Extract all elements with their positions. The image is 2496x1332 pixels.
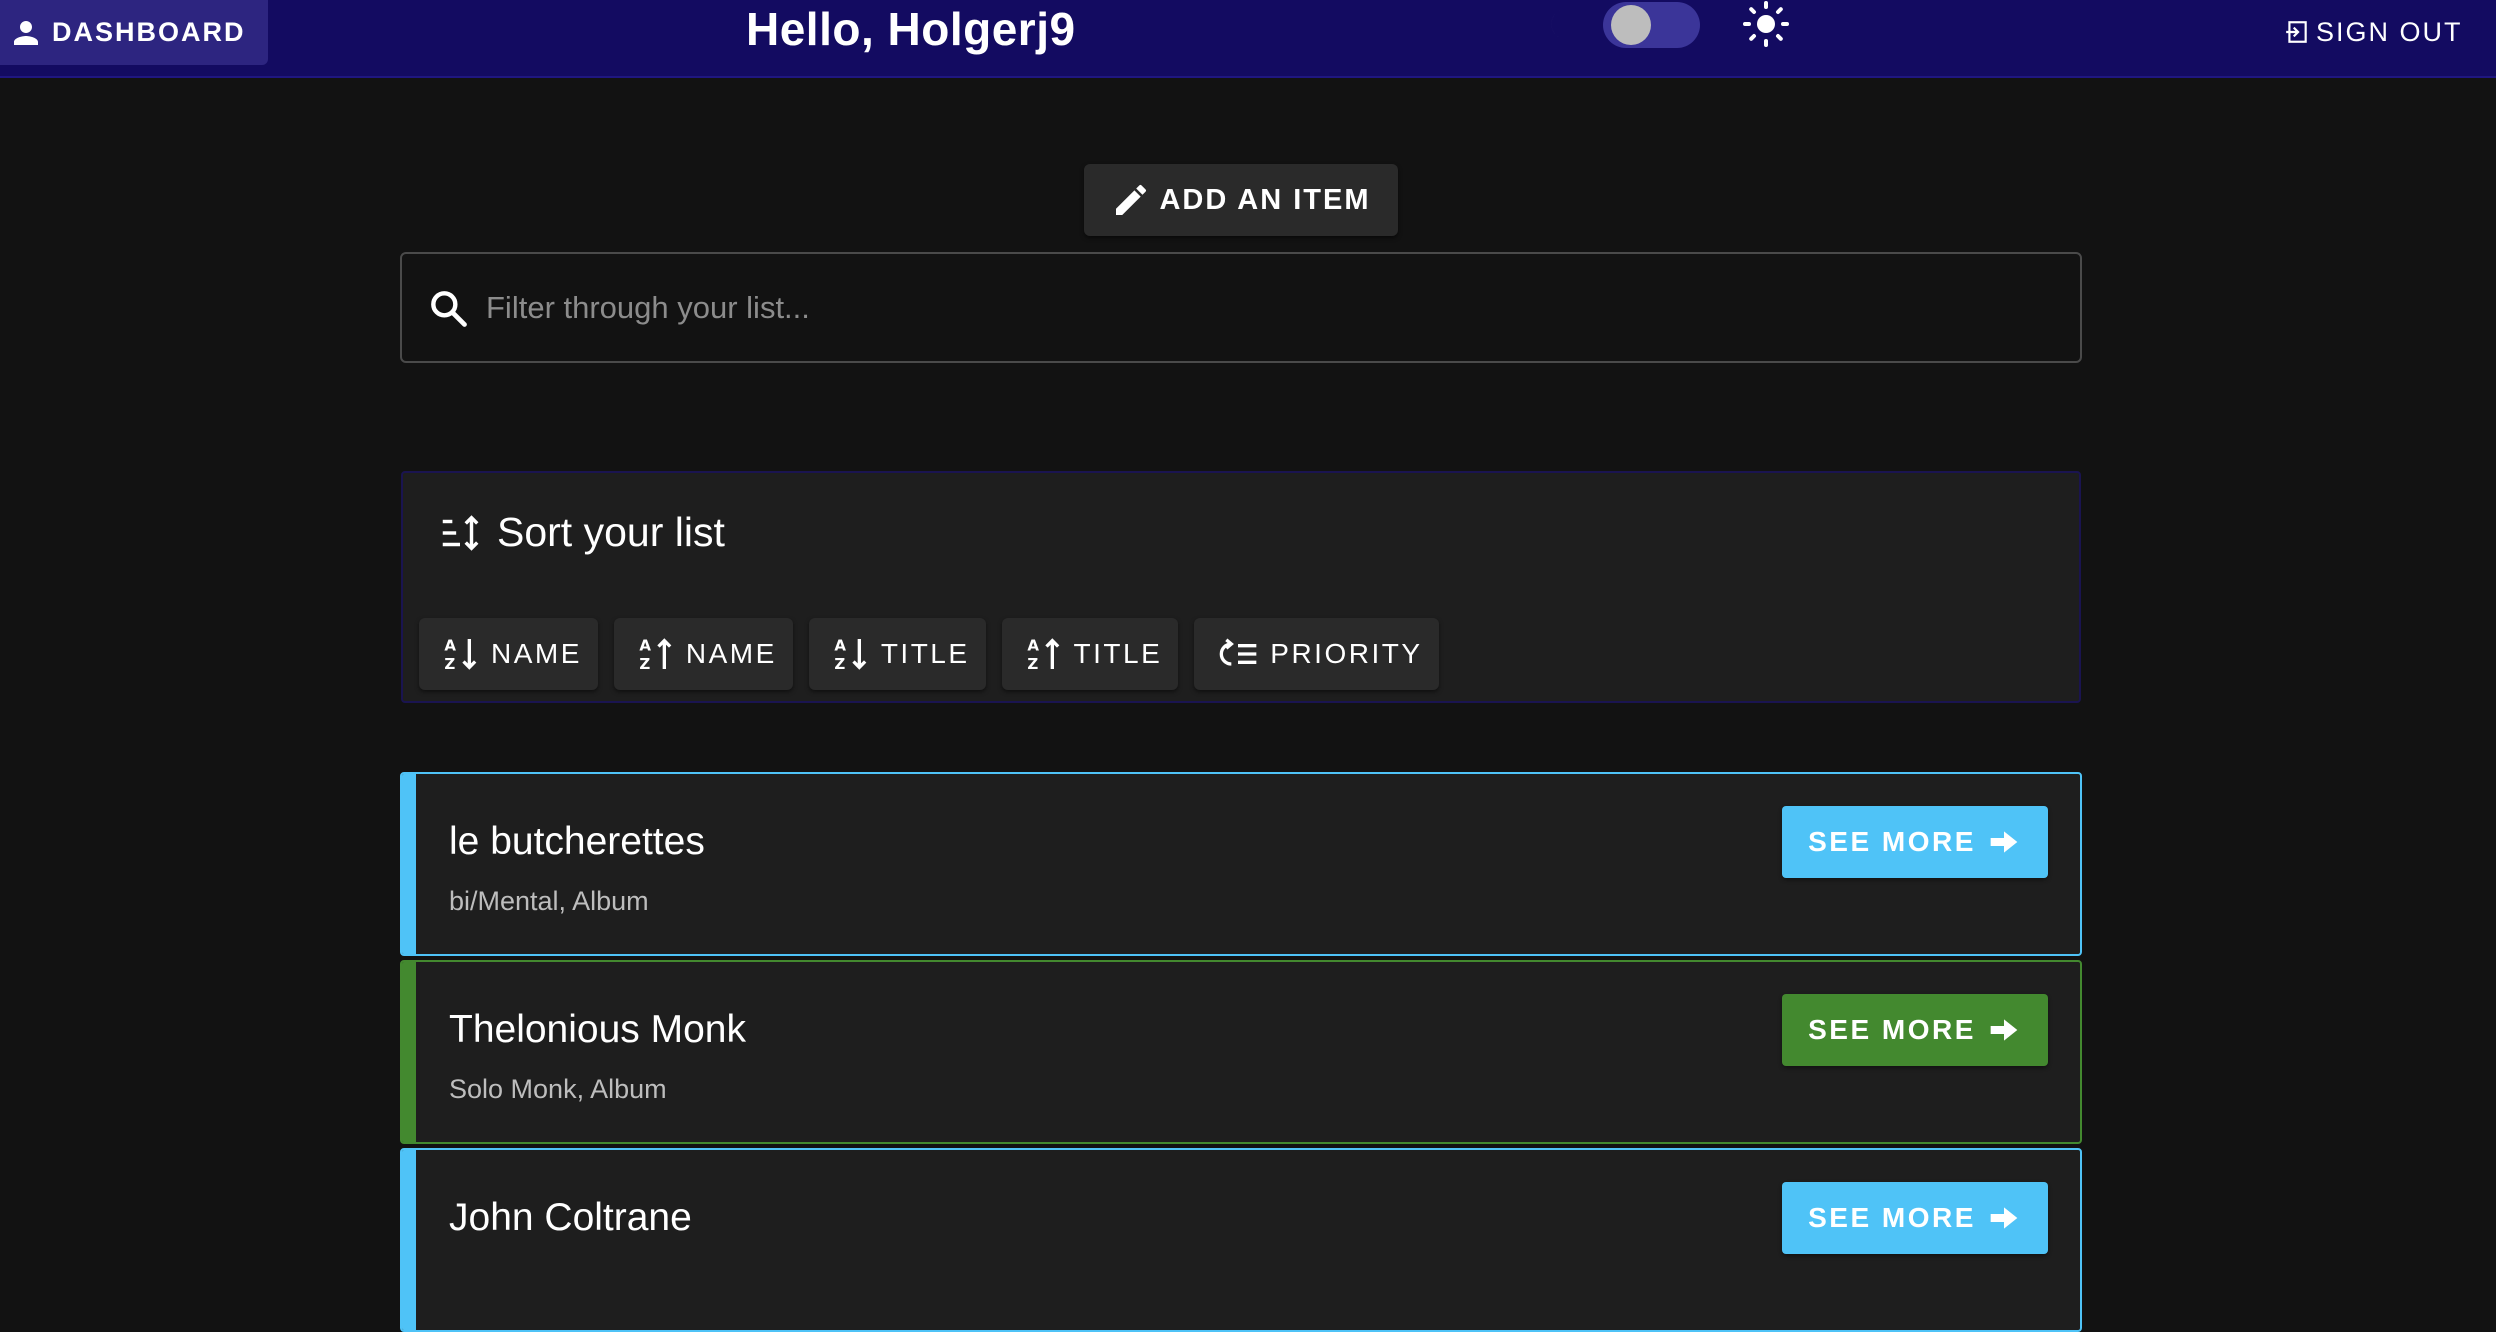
greeting-title: Hello, Holgerj9: [746, 3, 1076, 55]
add-item-button[interactable]: ADD AN ITEM: [1084, 164, 1398, 236]
dashboard-label: DASHBOARD: [52, 17, 246, 47]
sort-icon: [442, 514, 479, 551]
svg-text:Z: Z: [639, 655, 654, 673]
search-icon: [431, 290, 467, 327]
see-more-button[interactable]: SEE MORE: [1782, 994, 2048, 1066]
sun-icon: [1743, 1, 1789, 47]
top-app-bar: DASHBOARD Hello, Holgerj9 SIGN OUT: [0, 0, 2496, 78]
add-item-label: ADD AN ITEM: [1159, 183, 1371, 216]
sort-title-asc-button[interactable]: A Z TITLE: [808, 618, 986, 690]
sort-panel: Sort your list A Z NAME A Z NAME A Z TIT…: [401, 471, 2081, 703]
svg-text:Z: Z: [1027, 655, 1042, 673]
svg-text:Z: Z: [834, 655, 849, 673]
item-name: Thelonious Monk: [449, 1008, 746, 1051]
item-subtitle: Solo Monk, Album: [449, 1074, 667, 1104]
sort-alpha-up-icon: A Z: [639, 637, 672, 673]
sort-button-label: NAME: [491, 638, 582, 669]
priority-icon: [1219, 638, 1257, 666]
sort-buttons: A Z NAME A Z NAME A Z TITLE A Z TITLE PR…: [419, 618, 1439, 690]
see-more-button[interactable]: SEE MORE: [1782, 806, 2048, 878]
person-icon: [14, 20, 38, 45]
item-name: le butcherettes: [449, 820, 705, 863]
see-more-label: SEE MORE: [1808, 1014, 1976, 1045]
sort-button-label: TITLE: [880, 638, 970, 669]
sort-name-asc-button[interactable]: A Z NAME: [419, 618, 598, 690]
sort-header: Sort your list: [437, 509, 725, 556]
search-input[interactable]: [484, 288, 1988, 327]
item-name: John Coltrane: [449, 1196, 692, 1239]
sort-alpha-down-icon: A Z: [444, 637, 477, 673]
item-subtitle: bi/Mental, Album: [449, 886, 649, 916]
item-color-stripe: [402, 962, 416, 1142]
item-color-stripe: [402, 774, 416, 954]
arrow-right-icon: [1990, 1019, 2018, 1041]
search-field[interactable]: [400, 252, 2082, 363]
theme-toggle[interactable]: [1603, 2, 1700, 48]
see-more-label: SEE MORE: [1808, 826, 1976, 857]
sort-alpha-down-icon: A Z: [834, 637, 867, 673]
pencil-icon: [1116, 184, 1147, 215]
sort-title: Sort your list: [497, 509, 725, 555]
moon-icon: [1551, 8, 1567, 39]
see-more-label: SEE MORE: [1808, 1202, 1976, 1233]
dashboard-button[interactable]: DASHBOARD: [0, 0, 268, 65]
list-item: John Coltrane SEE MORE: [400, 1148, 2082, 1332]
arrow-right-icon: [1990, 831, 2018, 853]
svg-text:A: A: [1027, 637, 1043, 655]
sort-button-label: NAME: [685, 638, 777, 669]
logout-icon: [2286, 21, 2307, 43]
svg-text:A: A: [639, 637, 655, 655]
svg-text:A: A: [834, 637, 850, 655]
sort-priority-button[interactable]: PRIORITY: [1194, 618, 1439, 690]
see-more-button[interactable]: SEE MORE: [1782, 1182, 2048, 1254]
sort-name-desc-button[interactable]: A Z NAME: [613, 618, 793, 690]
sort-button-label: PRIORITY: [1270, 638, 1423, 669]
list-item: Thelonious Monk Solo Monk, Album SEE MOR…: [400, 960, 2082, 1144]
arrow-right-icon: [1990, 1207, 2018, 1229]
sort-alpha-up-icon: A Z: [1027, 637, 1059, 673]
sign-out-label: SIGN OUT: [2316, 16, 2463, 47]
svg-text:Z: Z: [444, 655, 459, 673]
item-color-stripe: [402, 1150, 416, 1330]
list-item: le butcherettes bi/Mental, Album SEE MOR…: [400, 772, 2082, 956]
theme-toggle-knob: [1611, 5, 1651, 45]
sort-title-desc-button[interactable]: A Z TITLE: [1001, 618, 1179, 690]
sort-button-label: TITLE: [1073, 638, 1163, 669]
sign-out-button[interactable]: SIGN OUT: [2270, 0, 2496, 64]
svg-text:A: A: [444, 637, 460, 655]
